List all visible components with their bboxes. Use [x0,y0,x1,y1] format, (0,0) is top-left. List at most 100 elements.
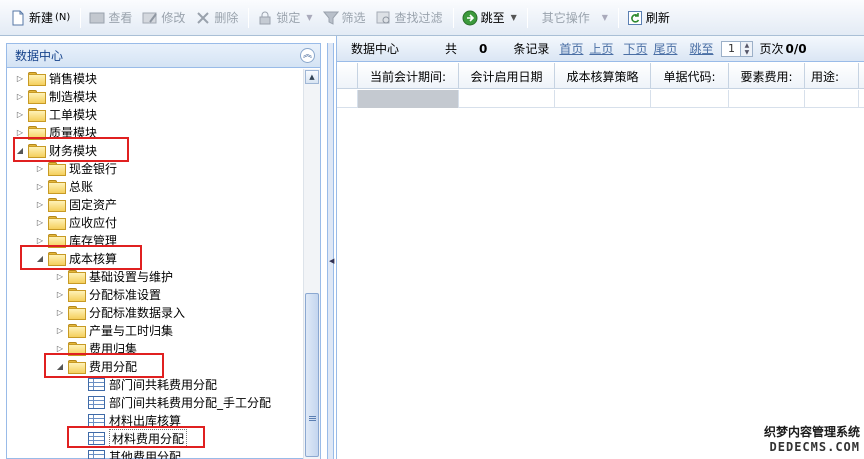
view-button[interactable]: 查看 [85,7,136,29]
folder-icon [68,324,86,338]
tree-node-manufacturing[interactable]: ▷ 制造模块 [15,87,97,105]
tree-node-allocation-data-entry[interactable]: ▷ 分配标准数据录入 [55,303,185,321]
goto-globe-icon [462,10,478,26]
page-count: 0/0 [785,41,807,56]
lock-button[interactable]: 锁定 ▼ [253,7,316,29]
folder-icon [48,162,66,176]
tree-node-work-order[interactable]: ▷ 工单模块 [15,105,97,123]
expand-icon[interactable]: ▷ [35,200,45,209]
find-filter-label: 查找过滤 [394,11,443,25]
column-header[interactable]: 单据代码: [651,63,729,89]
expand-icon[interactable]: ▷ [15,110,25,119]
grid-doc-icon [88,395,105,409]
other-ops-button[interactable]: 其它操作 ▼ [532,7,612,29]
column-header[interactable]: 当前会计期间: [358,63,459,89]
toolbar-separator [248,7,250,28]
expand-icon[interactable]: ▷ [55,308,65,317]
column-header-label: 会计启用日期 [470,69,543,84]
table-cell[interactable] [651,90,729,108]
expand-icon[interactable]: ▷ [35,164,45,173]
pager-title: 数据中心 [351,42,400,56]
grid-doc-icon [88,449,105,459]
grid-doc-icon [88,413,105,427]
column-header[interactable]: 成本核算策略 [555,63,651,89]
expand-icon[interactable]: ▷ [35,182,45,191]
delete-button[interactable]: 删除 [191,7,242,29]
table-cell[interactable] [805,90,859,108]
tree-node-label: 现金银行 [69,161,118,176]
panel-header: 数据中心 ︽ [7,44,320,68]
table-cell[interactable] [358,90,459,108]
grid-header: 当前会计期间: 会计启用日期 成本核算策略 单据代码: 要素费用: 用途: [337,63,864,89]
tree-node-receivables-payables[interactable]: ▷ 应收应付 [35,213,117,231]
table-cell[interactable] [555,90,651,108]
expand-icon[interactable]: ▷ [55,290,65,299]
tree-node-sales[interactable]: ▷ 销售模块 [15,69,97,87]
tree-leaf-shared-cost-manual[interactable]: 部门间共耗费用分配_手工分配 [85,393,271,411]
expand-icon[interactable]: ▷ [55,272,65,281]
highlight-box [20,245,142,270]
expand-icon[interactable]: ▷ [15,128,25,137]
collapse-icon[interactable]: ︽ [300,48,315,63]
new-button[interactable]: 新建 (N) [6,7,74,29]
column-header[interactable]: 用途: [805,63,859,89]
tree-node-label: 应收应付 [69,215,118,230]
panel-splitter[interactable]: ◀ [327,43,334,459]
find-filter-button[interactable]: 查找过滤 [372,7,447,29]
tree-node-label: 分配标准数据录入 [89,305,186,320]
scrollbar-thumb[interactable] [305,293,319,457]
refresh-button[interactable]: 刷新 [623,7,674,29]
table-cell[interactable] [729,90,805,108]
tree-node-general-ledger[interactable]: ▷ 总账 [35,177,93,195]
page-label: 页次 [759,42,784,56]
tree-node-label: 基础设置与维护 [89,269,174,284]
tree-leaf-other-cost-allocation[interactable]: 其他费用分配 [85,447,181,459]
scroll-up-icon[interactable]: ▲ [305,70,319,84]
goto-page-link[interactable]: 跳至 [689,40,713,57]
expand-icon[interactable]: ▷ [15,74,25,83]
tree-node-label: 部门间共耗费用分配 [109,377,218,392]
tree-node-output-hours[interactable]: ▷ 产量与工时归集 [55,321,173,339]
next-page-link[interactable]: 下页 [623,40,647,57]
folder-icon [48,216,66,230]
funnel-icon [322,10,339,26]
expand-icon[interactable]: ▷ [35,236,45,245]
row-number-header [337,63,358,89]
tree-node-label: 固定资产 [69,197,118,212]
column-header[interactable]: 会计启用日期 [459,63,555,89]
tree-node-label: 分配标准设置 [89,287,162,302]
collapse-left-icon[interactable]: ◀ [329,257,334,265]
first-page-link[interactable]: 首页 [559,40,583,57]
prev-page-link[interactable]: 上页 [589,40,613,57]
expand-icon[interactable]: ▷ [55,344,65,353]
table-row[interactable] [337,90,864,108]
page-number-input[interactable]: 1 [721,40,742,57]
table-cell[interactable] [459,90,555,108]
column-header-label: 单据代码: [663,69,716,84]
expand-icon[interactable]: ▷ [55,326,65,335]
tree-node-allocation-standard[interactable]: ▷ 分配标准设置 [55,285,161,303]
column-header-label: 用途: [811,69,840,84]
last-page-link[interactable]: 尾页 [653,40,677,57]
expand-icon[interactable]: ▷ [15,92,25,101]
column-header[interactable]: 要素费用: [729,63,805,89]
chevron-down-icon: ▼ [510,13,517,22]
watermark: 织梦内容管理系统 DEDECMS.COM [764,425,860,455]
expand-icon[interactable]: ▷ [35,218,45,227]
page-spinner[interactable]: ▲ ▼ [741,40,754,57]
new-label: 新建 [29,11,54,25]
edit-button[interactable]: 修改 [138,7,189,29]
tree-node-fixed-assets[interactable]: ▷ 固定资产 [35,195,117,213]
goto-button[interactable]: 跳至 ▼ [458,7,521,29]
edit-label: 修改 [161,11,186,25]
highlight-box [13,137,129,162]
folder-icon [28,72,46,86]
delete-label: 删除 [214,11,239,25]
tree-node-label: 其他费用分配 [109,449,182,459]
tree-node-label: 产量与工时归集 [89,323,174,338]
watermark-line2: DEDECMS.COM [769,440,860,454]
folder-icon [48,180,66,194]
grid-doc-icon [88,377,105,391]
tree-scrollbar[interactable]: ▲ [303,69,320,459]
filter-button[interactable]: 筛选 [319,7,370,29]
